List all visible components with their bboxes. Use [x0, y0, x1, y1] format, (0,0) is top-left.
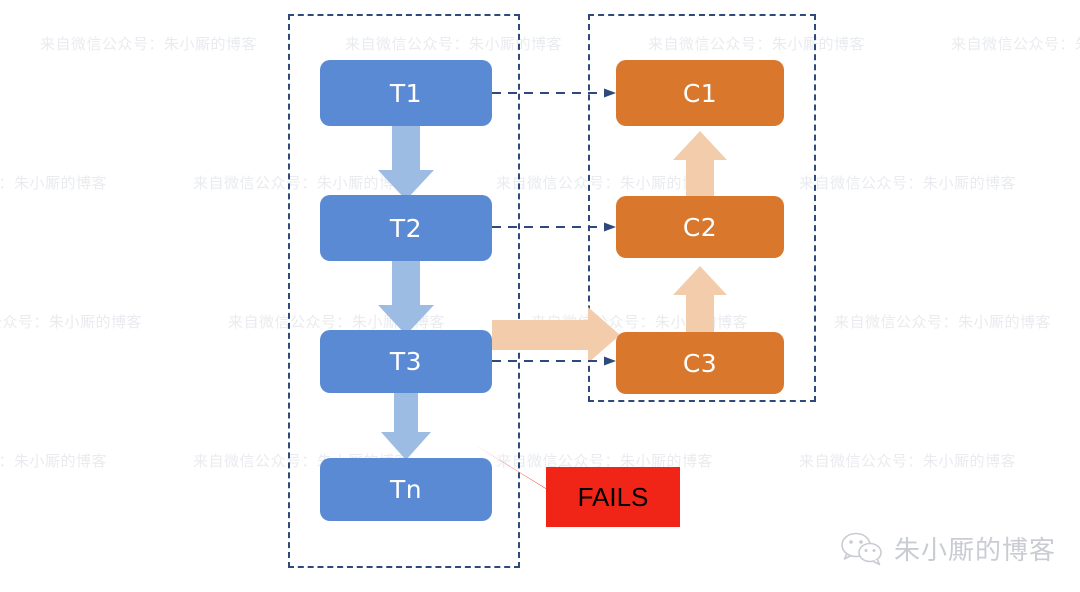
callout-tail-layer: [472, 443, 560, 497]
fails-callout: FAILS: [546, 467, 680, 527]
callout-label: FAILS: [577, 481, 649, 512]
brand-footer: 朱小厮的博客: [840, 530, 1056, 567]
diagram-canvas: 来自微信公众号：朱小厮的博客 来自微信公众号：朱小厮的博客 来自微信公众号：朱小…: [0, 0, 1080, 592]
brand-label: 朱小厮的博客: [894, 536, 1057, 566]
wechat-icon: [841, 532, 882, 565]
